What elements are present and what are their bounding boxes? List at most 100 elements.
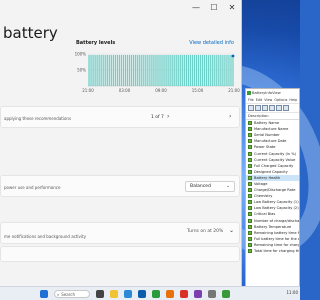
battery-bar bbox=[195, 54, 198, 86]
menu-help[interactable]: Help bbox=[289, 98, 297, 102]
expand-chevron-icon[interactable]: › bbox=[229, 113, 231, 120]
menu-options[interactable]: Options bbox=[274, 98, 287, 102]
battery-bar bbox=[169, 54, 171, 86]
battery-bar bbox=[124, 54, 127, 86]
battery-bar bbox=[137, 54, 139, 86]
battery-bar bbox=[145, 54, 147, 86]
biv-row-label: Voltage bbox=[254, 181, 268, 186]
biv-row-label: Remaining battery time for bbox=[254, 230, 299, 235]
app-icon-purple[interactable] bbox=[194, 290, 202, 298]
battery-saver-card[interactable]: me notifications and background activity… bbox=[0, 222, 240, 244]
file-explorer-icon[interactable] bbox=[110, 290, 118, 298]
battery-bar bbox=[197, 54, 200, 86]
battery-bar bbox=[114, 54, 117, 86]
view-detailed-info-link[interactable]: View detailed info bbox=[189, 40, 234, 46]
battery-bar bbox=[171, 54, 173, 86]
biv-row-label: Designed Capacity bbox=[254, 169, 288, 174]
copy-icon[interactable] bbox=[255, 105, 261, 111]
chevron-down-icon[interactable]: ⌄ bbox=[229, 227, 234, 234]
battery-bar bbox=[108, 54, 110, 86]
taskbar-search[interactable]: ⌕ Search bbox=[54, 290, 90, 298]
battery-bar bbox=[106, 54, 108, 86]
row-bullet-icon bbox=[248, 139, 252, 144]
x-tick-label: 03:00 bbox=[119, 88, 131, 93]
battery-bar bbox=[112, 54, 114, 86]
app-icon-red[interactable] bbox=[180, 290, 188, 298]
battery-bar bbox=[147, 54, 149, 86]
battery-bar bbox=[100, 54, 102, 86]
minimize-icon[interactable]: — bbox=[187, 0, 205, 14]
row-bullet-icon bbox=[248, 236, 252, 241]
battery-bar bbox=[165, 54, 167, 86]
battery-bar bbox=[228, 54, 230, 86]
battery-bar bbox=[116, 54, 119, 86]
row-bullet-icon bbox=[248, 175, 252, 180]
biv-row-label: Battery Temperature bbox=[254, 224, 292, 229]
chart-title: Battery levels bbox=[76, 40, 116, 46]
settings-gear-icon[interactable] bbox=[208, 290, 216, 298]
battery-bar bbox=[187, 54, 190, 86]
biv-row-label: Chemistry bbox=[254, 194, 273, 199]
menu-edit[interactable]: Edit bbox=[256, 98, 263, 102]
maximize-icon[interactable]: ☐ bbox=[205, 0, 223, 14]
biv-row[interactable]: Total time for charging the bbox=[246, 248, 299, 254]
biv-row-label: Current Capacity Value bbox=[254, 157, 296, 162]
battery-bar bbox=[155, 54, 157, 86]
recommendations-card[interactable]: applying these recommendations 1 of 7 › … bbox=[0, 106, 240, 128]
biv-title: BatteryInfoView bbox=[252, 91, 281, 95]
close-icon[interactable]: ✕ bbox=[223, 0, 241, 14]
save-icon[interactable] bbox=[248, 105, 254, 111]
row-bullet-icon bbox=[248, 163, 252, 168]
clock[interactable]: 11:00 bbox=[286, 290, 298, 295]
battery-bar bbox=[208, 54, 210, 86]
battery-saver-subcard bbox=[0, 246, 240, 262]
biv-row-label: Battery Health bbox=[254, 175, 281, 180]
biv-list: Battery Name Manufacture Name Serial Numbe… bbox=[246, 120, 299, 254]
log-icon[interactable] bbox=[276, 105, 282, 111]
battery-saver-description: me notifications and background activity bbox=[4, 234, 86, 239]
menu-view[interactable]: View bbox=[264, 98, 272, 102]
power-mode-dropdown[interactable]: Balanced ⌄ bbox=[185, 181, 235, 192]
biv-row-label: Low Battery Capacity (1) bbox=[254, 200, 299, 205]
battery-bar bbox=[189, 54, 192, 86]
refresh-icon[interactable] bbox=[262, 105, 268, 111]
battery-info-view-taskbar-icon[interactable] bbox=[222, 290, 230, 298]
row-bullet-icon bbox=[248, 230, 252, 235]
chrome-icon[interactable] bbox=[152, 290, 160, 298]
edge-icon[interactable] bbox=[124, 290, 132, 298]
row-bullet-icon bbox=[248, 200, 252, 205]
battery-bar bbox=[203, 54, 206, 86]
battery-bar bbox=[161, 54, 163, 86]
chevron-right-icon[interactable]: › bbox=[167, 113, 169, 120]
task-view-icon[interactable] bbox=[96, 290, 104, 298]
biv-row-label: Power State bbox=[254, 145, 276, 150]
biv-menubar: File Edit View Options Help bbox=[246, 97, 299, 104]
firefox-icon[interactable] bbox=[166, 290, 174, 298]
battery-bar bbox=[191, 54, 194, 86]
biv-row-label: Serial Number bbox=[254, 133, 280, 138]
battery-bar bbox=[88, 54, 90, 86]
chart-plot: 100% 50% 21:00 03:00 09:00 15:00 21:00 bbox=[75, 52, 240, 94]
start-icon[interactable] bbox=[40, 290, 48, 298]
properties-icon[interactable] bbox=[269, 105, 275, 111]
battery-bar bbox=[126, 54, 129, 86]
battery-bar bbox=[159, 54, 161, 86]
biv-row-label: Full battery time for the cur bbox=[254, 236, 299, 241]
battery-bar bbox=[96, 54, 98, 86]
row-bullet-icon bbox=[248, 212, 252, 217]
battery-bar bbox=[128, 54, 131, 86]
biv-row-label: Critical Bias bbox=[254, 212, 276, 217]
battery-bar bbox=[135, 54, 137, 86]
about-icon[interactable] bbox=[283, 105, 289, 111]
menu-file[interactable]: File bbox=[248, 98, 254, 102]
store-icon[interactable] bbox=[138, 290, 146, 298]
battery-bar bbox=[167, 54, 169, 86]
battery-app-icon bbox=[247, 91, 251, 95]
settings-window: — ☐ ✕ battery Battery levels View detail… bbox=[0, 0, 242, 286]
row-bullet-icon bbox=[248, 127, 252, 132]
battery-bar bbox=[185, 54, 187, 86]
battery-bar bbox=[173, 54, 175, 86]
search-icon: ⌕ bbox=[57, 291, 60, 297]
x-tick-label: 09:00 bbox=[155, 88, 167, 93]
column-header-description[interactable]: Description bbox=[246, 113, 299, 120]
